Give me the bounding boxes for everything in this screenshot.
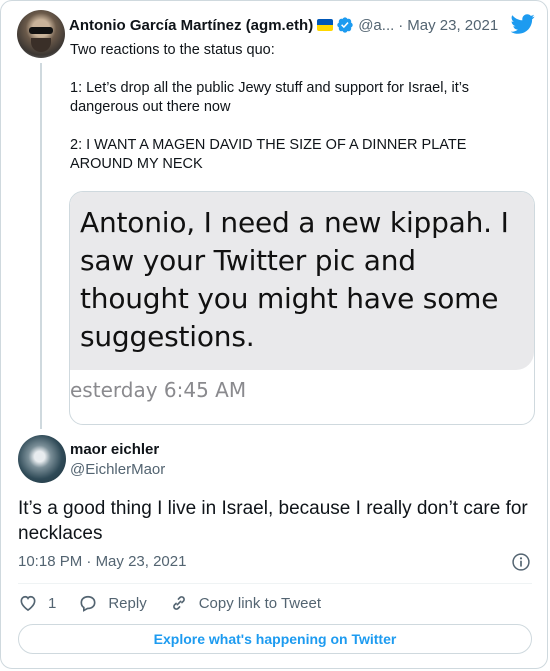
reply-author-name[interactable]: maor eichler <box>70 441 159 458</box>
parent-tweet-date[interactable]: May 23, 2021 <box>407 17 498 34</box>
ukraine-flag-icon <box>317 19 334 31</box>
reply-label: Reply <box>108 594 147 612</box>
reply-button[interactable]: Reply <box>78 593 147 613</box>
separator-dot: · <box>86 553 92 570</box>
tweet-embed-card: Antonio García Martínez (agm.eth) @a... … <box>0 0 548 669</box>
reply-time: 10:18 PM <box>18 553 83 570</box>
message-timestamp: esterday 6:45 AM <box>70 378 247 402</box>
info-icon[interactable] <box>511 552 531 572</box>
tweet-actions: 1 Reply Copy link to Tweet <box>18 591 343 615</box>
like-button[interactable]: 1 <box>18 593 56 613</box>
reply-tweet-text: It’s a good thing I live in Israel, beca… <box>18 498 528 544</box>
parent-author-handle[interactable]: @a... <box>358 17 394 34</box>
heart-icon <box>20 595 36 612</box>
parent-paragraph: 1: Let’s drop all the public Jewy stuff … <box>70 80 469 115</box>
reply-bubble-icon <box>80 595 96 612</box>
message-bubble-text: Antonio, I need a new kippah. I saw your… <box>80 206 509 353</box>
parent-author-name[interactable]: Antonio García Martínez (agm.eth) <box>69 17 313 34</box>
parent-paragraph: Two reactions to the status quo: <box>70 42 275 58</box>
reply-author-avatar[interactable] <box>18 435 66 483</box>
parent-tweet-text: Two reactions to the status quo: 1: Let’… <box>70 41 510 174</box>
separator-dot: · <box>398 16 404 34</box>
reply-date: May 23, 2021 <box>95 553 187 570</box>
explore-twitter-button[interactable]: Explore what's happening on Twitter <box>18 624 532 654</box>
twitter-bird-icon[interactable] <box>510 12 535 40</box>
thread-line <box>40 63 42 429</box>
parent-tweet-media[interactable]: Antonio, I need a new kippah. I saw your… <box>69 191 535 425</box>
parent-paragraph: 2: I WANT A MAGEN DAVID THE SIZE OF A DI… <box>70 137 467 172</box>
reply-author-handle[interactable]: @EichlerMaor <box>70 461 165 478</box>
copy-link-label: Copy link to Tweet <box>198 594 321 612</box>
message-bubble: Antonio, I need a new kippah. I saw your… <box>70 192 534 370</box>
copy-link-button[interactable]: Copy link to Tweet <box>169 593 321 613</box>
verified-badge-icon <box>336 16 354 34</box>
parent-author-avatar[interactable] <box>17 10 65 58</box>
link-icon <box>172 596 185 610</box>
parent-tweet-header: Antonio García Martínez (agm.eth) @a... … <box>69 14 539 36</box>
reply-tweet-timestamp[interactable]: 10:18 PM · May 23, 2021 <box>18 553 186 570</box>
like-count: 1 <box>48 594 57 612</box>
divider <box>18 583 532 584</box>
